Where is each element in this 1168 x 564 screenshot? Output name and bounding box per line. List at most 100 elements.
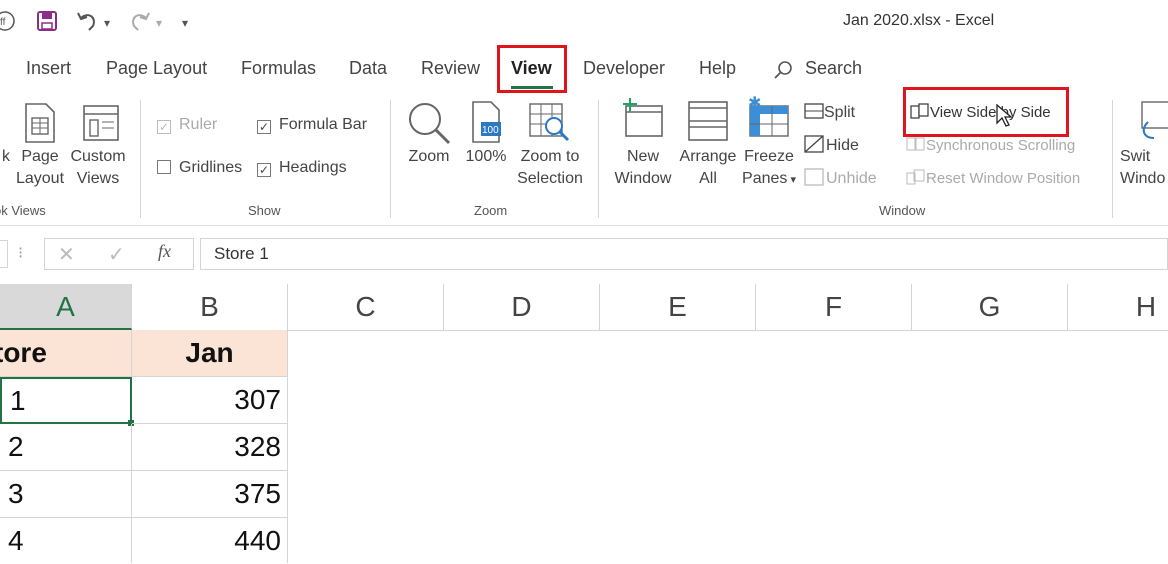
column-header-a[interactable]: A — [0, 284, 132, 330]
tab-data[interactable]: Data — [349, 58, 387, 79]
redo-dropdown-icon[interactable]: ▾ — [156, 16, 162, 30]
arrange-all-icon — [687, 100, 731, 147]
zoom-100-button[interactable]: 100% — [461, 146, 511, 168]
ruler-checkbox[interactable]: ✓ Ruler — [157, 114, 217, 136]
new-window-button[interactable]: New Window — [612, 146, 674, 190]
custom-views-label-1: Custom — [70, 148, 126, 165]
cell-b4[interactable]: 375 — [132, 471, 288, 518]
headings-checkbox[interactable]: ✓ Headings — [257, 157, 347, 179]
sync-scroll-icon — [906, 137, 926, 154]
hide-icon — [804, 135, 826, 154]
column-header-e[interactable]: E — [600, 284, 756, 330]
page-layout-label-2: Layout — [15, 170, 65, 187]
cell-b5[interactable]: 440 — [132, 518, 288, 563]
group-divider — [140, 100, 141, 218]
hide-button[interactable]: Hide — [804, 135, 859, 157]
tab-page-layout[interactable]: Page Layout — [106, 58, 207, 79]
synchronous-scrolling-button[interactable]: Synchronous Scrolling — [906, 135, 1075, 157]
insert-function-icon[interactable]: fx — [158, 241, 171, 262]
freeze-panes-button[interactable]: Freeze Panes ▾ — [740, 146, 798, 191]
view-tab-highlight-box — [497, 45, 567, 93]
zoom-icon — [406, 100, 452, 151]
new-window-label-2: Window — [614, 170, 672, 187]
undo-icon[interactable] — [75, 10, 101, 38]
save-icon[interactable] — [36, 10, 58, 38]
redo-icon[interactable] — [128, 10, 152, 38]
unhide-button[interactable]: Unhide — [804, 168, 877, 190]
window-title: Jan 2020.xlsx - Excel — [843, 12, 995, 29]
custom-views-button[interactable]: Custom Views — [66, 146, 130, 190]
window-group-label: Window — [879, 203, 926, 218]
column-header-g[interactable]: G — [912, 284, 1068, 330]
tab-insert[interactable]: Insert — [26, 58, 71, 79]
zoom-to-selection-label-1: Zoom to — [520, 148, 580, 165]
switch-windows-icon — [1138, 100, 1168, 149]
view-side-by-side-icon — [910, 103, 930, 121]
sync-scroll-label: Synchronous Scrolling — [926, 137, 1076, 154]
ruler-label: Ruler — [179, 116, 218, 133]
unhide-label: Unhide — [826, 170, 877, 187]
column-header-h[interactable]: H — [1068, 284, 1168, 330]
new-window-icon — [620, 96, 666, 145]
zoom-button[interactable]: Zoom — [404, 146, 454, 168]
search-box[interactable]: Search — [805, 58, 862, 79]
custom-views-label-2: Views — [76, 170, 120, 187]
hide-label: Hide — [826, 137, 859, 154]
zoom-group-label: Zoom — [474, 203, 508, 218]
tab-developer[interactable]: Developer — [583, 58, 665, 79]
column-header-c[interactable]: C — [288, 284, 444, 330]
new-window-label-1: New — [626, 148, 659, 165]
name-box[interactable] — [0, 240, 8, 268]
mouse-cursor-icon — [995, 103, 1015, 133]
formula-input[interactable] — [200, 238, 1168, 270]
tab-formulas[interactable]: Formulas — [241, 58, 316, 79]
autosave-toggle-icon[interactable]: ff — [0, 10, 16, 38]
tab-help[interactable]: Help — [699, 58, 736, 79]
cell-a3[interactable]: 2 — [0, 424, 132, 471]
cell-a4[interactable]: 3 — [0, 471, 132, 518]
split-icon — [804, 103, 824, 121]
normal-view-label[interactable]: k — [0, 146, 10, 168]
cell-a1-text: tore — [0, 337, 47, 368]
page-layout-icon — [24, 102, 56, 149]
cell-a2[interactable]: 1 — [0, 377, 132, 424]
freeze-panes-icon: ✱ — [746, 93, 792, 145]
cancel-icon[interactable]: ✕ — [58, 242, 75, 267]
cell-b3[interactable]: 328 — [132, 424, 288, 471]
cell-a1[interactable]: tore — [0, 330, 132, 377]
reset-position-icon — [906, 169, 926, 187]
arrange-all-label-1: Arrange — [679, 148, 737, 165]
workbook-views-group-label: ok Views — [0, 203, 46, 218]
customize-qat-icon[interactable]: ▾ — [182, 16, 188, 30]
zoom-to-selection-icon — [528, 102, 572, 149]
split-button[interactable]: Split — [804, 102, 855, 124]
group-divider — [1112, 100, 1113, 218]
headings-check-icon: ✓ — [257, 163, 271, 177]
enter-icon[interactable]: ✓ — [108, 242, 125, 267]
cell-b2[interactable]: 307 — [132, 377, 288, 424]
cell-a5[interactable]: 4 — [0, 518, 132, 563]
column-header-f[interactable]: F — [756, 284, 912, 330]
page-layout-button[interactable]: Page Layout — [12, 146, 68, 190]
switch-windows-button[interactable]: Swit Windo — [1120, 146, 1168, 190]
arrange-all-button[interactable]: Arrange All — [676, 146, 740, 190]
custom-views-icon — [80, 102, 120, 147]
group-divider — [390, 100, 391, 218]
zoom-to-selection-button[interactable]: Zoom to Selection — [512, 146, 588, 190]
formula-bar-checkbox[interactable]: ✓ Formula Bar — [257, 114, 367, 136]
group-divider — [598, 100, 599, 218]
show-group-label: Show — [248, 203, 281, 218]
undo-dropdown-icon[interactable]: ▾ — [104, 16, 110, 30]
cell-b1[interactable]: Jan — [132, 330, 288, 377]
reset-window-position-button[interactable]: Reset Window Position — [906, 168, 1080, 190]
column-header-b[interactable]: B — [132, 284, 288, 330]
view-side-by-side-button[interactable]: View Side by Side — [910, 102, 1051, 124]
tab-review[interactable]: Review — [421, 58, 480, 79]
freeze-panes-dropdown-icon: ▾ — [787, 174, 796, 186]
gridlines-checkbox[interactable]: Gridlines — [157, 157, 242, 179]
svg-text:✱: ✱ — [748, 96, 761, 112]
column-header-d[interactable]: D — [444, 284, 600, 330]
unhide-icon — [804, 168, 826, 187]
formula-value: Store 1 — [214, 244, 269, 263]
arrange-all-label-2: All — [699, 170, 717, 187]
